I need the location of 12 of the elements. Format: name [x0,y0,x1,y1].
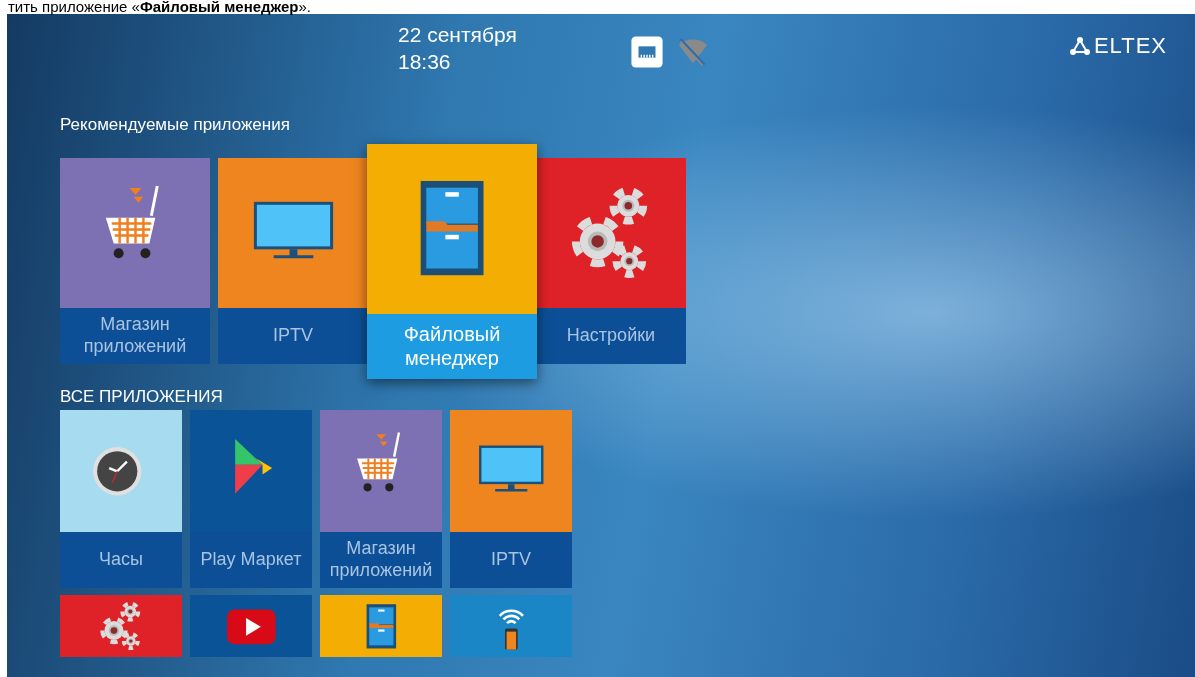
section-title: Рекомендуемые приложения [60,114,291,136]
time-text: 18:36 [398,49,452,75]
date-text: 22 сентября [398,22,518,48]
app-tile[interactable] [60,595,182,657]
app-tile[interactable] [450,595,572,657]
app-tile[interactable] [320,595,442,657]
logo-icon [1068,36,1091,56]
logo-text: ELTEX [1093,33,1167,59]
document-text: тить приложение «Файловый менеджер». [7,0,313,14]
ethernet-icon [630,35,664,69]
section-title: ВСЕ ПРИЛОЖЕНИЯ [60,386,224,408]
app-tile[interactable] [190,595,312,657]
